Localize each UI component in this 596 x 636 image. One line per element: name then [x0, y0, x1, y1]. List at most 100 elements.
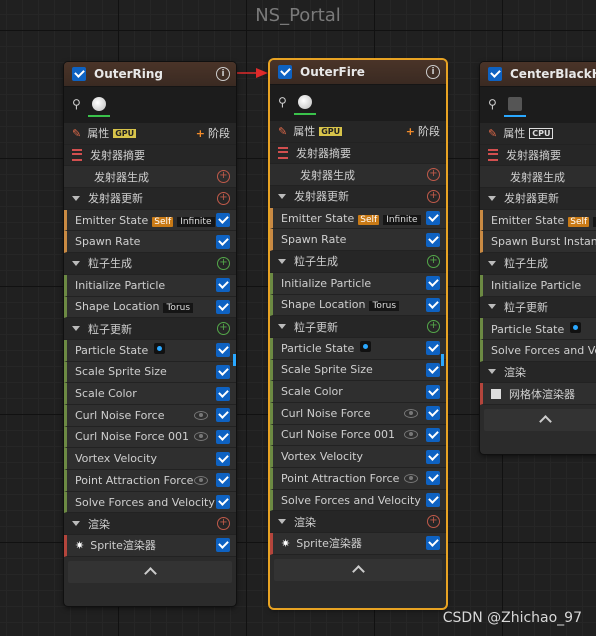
info-icon[interactable]: i — [426, 65, 440, 79]
render-section[interactable]: 渲染 — [480, 361, 596, 384]
collapse-icon[interactable] — [72, 326, 80, 332]
add-module-icon[interactable]: + — [217, 191, 230, 205]
eye-icon[interactable] — [194, 410, 208, 420]
add-stage-button[interactable]: + 阶段 — [406, 123, 440, 139]
module-checkbox[interactable] — [216, 213, 230, 228]
module-checkbox[interactable] — [216, 473, 230, 488]
properties-row[interactable]: ✎ 属性 GPU + 阶段 — [270, 121, 446, 143]
module-row[interactable]: Initialize Particle — [64, 274, 236, 297]
properties-row[interactable]: ✎ 属性 CPU — [480, 123, 596, 145]
emitter-node-centerblackhole[interactable]: CenterBlackHo ⚲ ✎ 属性 CPU 发射器摘要 发射器生成 发射器… — [480, 62, 596, 454]
module-checkbox[interactable] — [216, 364, 230, 379]
emitter-spawn-row[interactable]: 发射器生成 + — [270, 164, 446, 187]
emitter-summary-row[interactable]: 发射器摘要 — [270, 142, 446, 165]
module-row[interactable]: Particle State — [480, 318, 596, 340]
particle-spawn-section[interactable]: 粒子生成 + — [64, 253, 236, 275]
module-row[interactable]: Scale Sprite Size — [64, 361, 236, 384]
particle-update-section[interactable]: 粒子更新 + — [64, 318, 236, 340]
emitter-thumbnail[interactable] — [504, 93, 526, 117]
render-section[interactable]: 渲染 + — [64, 513, 236, 536]
add-module-icon[interactable]: + — [217, 517, 230, 531]
info-icon[interactable]: i — [216, 67, 230, 81]
module-row[interactable]: Emitter State Self Infinite — [270, 207, 446, 230]
add-module-icon[interactable]: + — [217, 322, 230, 336]
emitter-thumbnail[interactable] — [88, 93, 110, 117]
module-row[interactable]: Point Attraction Force — [64, 470, 236, 492]
particle-spawn-section[interactable]: 粒子生成 — [480, 253, 596, 275]
module-checkbox[interactable] — [216, 234, 230, 249]
module-row[interactable]: Curl Noise Force 001 — [64, 426, 236, 449]
emitter-spawn-row[interactable]: 发射器生成 + — [64, 166, 236, 189]
emitter-summary-row[interactable]: 发射器摘要 — [64, 144, 236, 167]
add-module-icon[interactable]: + — [427, 320, 440, 334]
add-stage-button[interactable]: + 阶段 — [196, 125, 230, 141]
module-checkbox[interactable] — [216, 495, 230, 510]
module-row[interactable]: Particle State — [64, 339, 236, 362]
module-row[interactable]: Curl Noise Force 001 — [270, 424, 446, 447]
eye-icon[interactable] — [404, 430, 418, 440]
renderer-row[interactable]: ✷ Sprite渲染器 — [64, 535, 236, 557]
module-checkbox[interactable] — [426, 341, 440, 356]
renderer-row[interactable]: 网格体渲染器 — [480, 383, 596, 405]
collapse-node-button[interactable] — [68, 560, 232, 583]
emitter-update-section[interactable]: 发射器更新 — [480, 188, 596, 210]
module-checkbox[interactable] — [426, 276, 440, 291]
eye-icon[interactable] — [404, 408, 418, 418]
eye-icon[interactable] — [404, 473, 418, 483]
module-checkbox[interactable] — [426, 211, 440, 226]
collapse-icon[interactable] — [72, 521, 80, 527]
module-checkbox[interactable] — [426, 232, 440, 247]
add-module-icon[interactable]: + — [427, 515, 440, 529]
module-row[interactable]: Curl Noise Force — [64, 404, 236, 427]
pin-icon[interactable]: ⚲ — [488, 97, 498, 113]
module-row[interactable]: Solve Forces and Velocity — [270, 489, 446, 512]
enable-checkbox[interactable] — [488, 67, 502, 81]
add-module-icon[interactable]: + — [217, 170, 230, 184]
pin-icon[interactable]: ⚲ — [72, 97, 82, 113]
emitter-summary-row[interactable]: 发射器摘要 — [480, 144, 596, 167]
renderer-row[interactable]: ✷ Sprite渲染器 — [270, 533, 446, 555]
module-row[interactable]: Vortex Velocity — [64, 448, 236, 470]
emitter-update-section[interactable]: 发射器更新 + — [270, 186, 446, 208]
node-header[interactable]: OuterRing i — [64, 62, 236, 87]
module-checkbox[interactable] — [216, 299, 230, 314]
emitter-spawn-row[interactable]: 发射器生成 — [480, 166, 596, 189]
particle-update-section[interactable]: 粒子更新 — [480, 296, 596, 319]
module-checkbox[interactable] — [426, 493, 440, 508]
module-checkbox[interactable] — [426, 471, 440, 486]
emitter-update-section[interactable]: 发射器更新 + — [64, 188, 236, 210]
module-row[interactable]: Point Attraction Force — [270, 468, 446, 490]
emitter-node-outerring[interactable]: OuterRing i ⚲ ✎ 属性 GPU + 阶段 发射器摘要 发射器生成 + … — [64, 62, 236, 606]
collapse-node-button[interactable] — [274, 558, 442, 581]
collapse-icon[interactable] — [72, 260, 80, 266]
eye-icon[interactable] — [194, 432, 208, 442]
collapse-node-button[interactable] — [484, 408, 596, 431]
eye-icon[interactable] — [194, 475, 208, 485]
enable-checkbox[interactable] — [72, 67, 86, 81]
module-row[interactable]: Shape Location Torus — [270, 294, 446, 317]
module-row[interactable]: Scale Color — [270, 381, 446, 403]
module-checkbox[interactable] — [216, 386, 230, 401]
module-row[interactable]: Scale Color — [64, 383, 236, 405]
module-checkbox[interactable] — [426, 536, 440, 551]
enable-checkbox[interactable] — [278, 65, 292, 79]
module-checkbox[interactable] — [426, 427, 440, 442]
emitter-node-outerfire[interactable]: OuterFire i ⚲ ✎ 属性 GPU + 阶段 发射器摘要 发射器生成 + … — [270, 60, 446, 608]
module-checkbox[interactable] — [216, 343, 230, 358]
module-checkbox[interactable] — [426, 449, 440, 464]
module-row[interactable]: Initialize Particle — [270, 272, 446, 295]
module-checkbox[interactable] — [426, 406, 440, 421]
module-row[interactable]: Solve Forces and Velocity — [64, 491, 236, 514]
add-module-icon[interactable]: + — [427, 168, 440, 182]
module-checkbox[interactable] — [216, 451, 230, 466]
module-row[interactable]: Solve Forces and Velo — [480, 339, 596, 362]
module-checkbox[interactable] — [216, 538, 230, 553]
add-module-icon[interactable]: + — [427, 189, 440, 203]
module-row[interactable]: Shape Location Torus — [64, 296, 236, 319]
module-checkbox[interactable] — [426, 384, 440, 399]
properties-row[interactable]: ✎ 属性 GPU + 阶段 — [64, 123, 236, 145]
module-row[interactable]: Scale Sprite Size — [270, 359, 446, 382]
module-checkbox[interactable] — [216, 278, 230, 293]
module-row[interactable]: Spawn Burst Instanta — [480, 231, 596, 254]
emitter-thumbnail[interactable] — [294, 91, 316, 115]
